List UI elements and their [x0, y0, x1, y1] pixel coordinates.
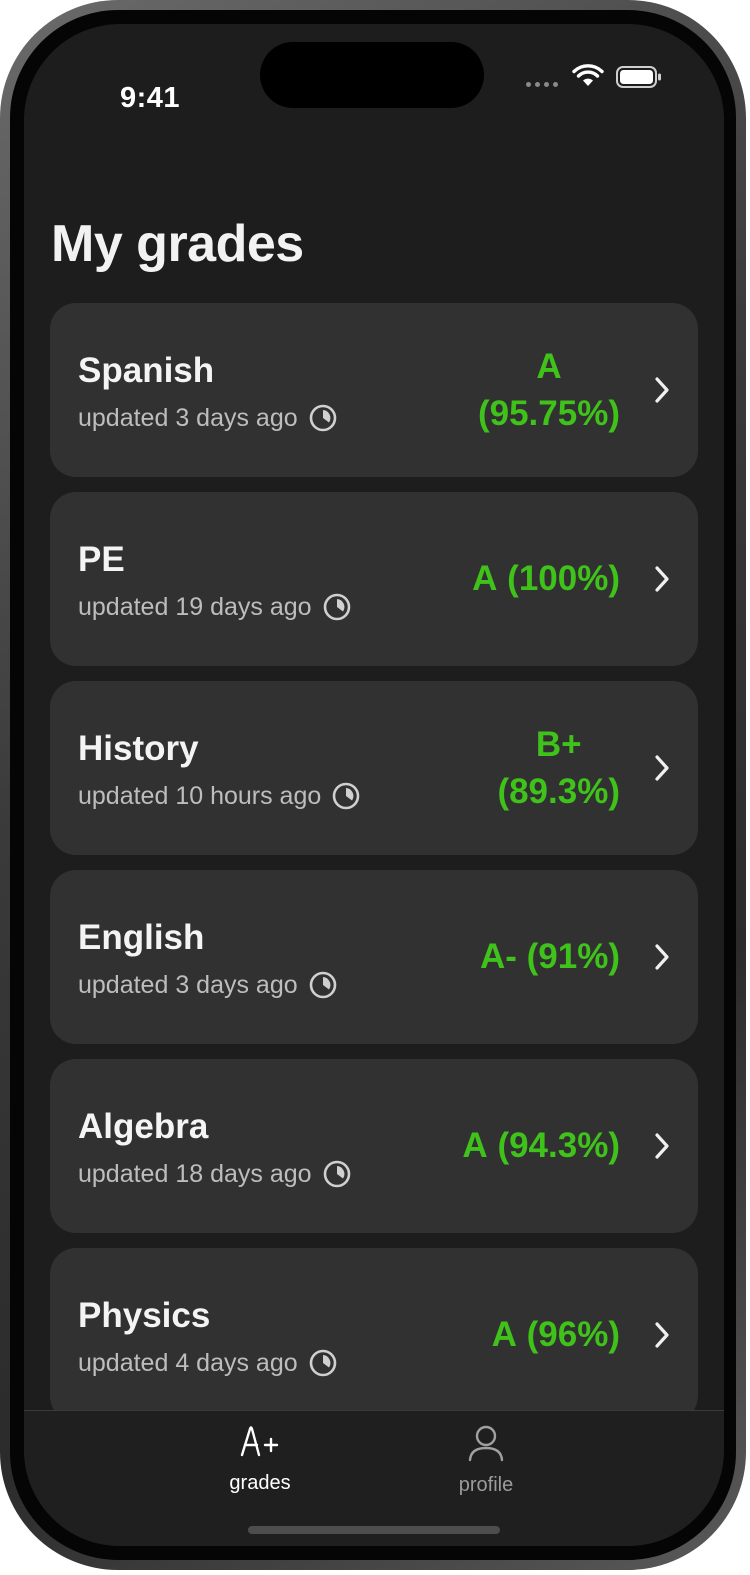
battery-icon: [616, 66, 661, 88]
chevron-right-icon: [655, 1133, 669, 1159]
updated-info: updated 10 hours ago: [78, 781, 361, 811]
wifi-icon: [572, 64, 604, 86]
grade-letter: B+: [535, 724, 582, 764]
grade-letter: A: [462, 1126, 488, 1166]
updated-text: updated 10 hours ago: [78, 781, 322, 810]
updated-info: updated 4 days ago: [78, 1348, 338, 1378]
grade-card-history[interactable]: History updated 10 hours ago B+ (89.3%): [50, 681, 698, 855]
clock-icon: [332, 782, 360, 810]
grade-card-english[interactable]: English updated 3 days ago A- (91%): [50, 870, 698, 1044]
updated-info: updated 3 days ago: [78, 403, 338, 433]
grades-icon: [240, 1426, 279, 1457]
grade-card-physics[interactable]: Physics updated 4 days ago A (96%): [50, 1248, 698, 1422]
grade-card-algebra[interactable]: Algebra updated 18 days ago A (94.3%): [50, 1059, 698, 1233]
chevron-right-icon: [655, 566, 669, 592]
grade-percent: (100%): [507, 559, 620, 599]
grade-value: A- (91%): [400, 870, 620, 1044]
grade-card-pe[interactable]: PE updated 19 days ago A (100%): [50, 492, 698, 666]
tab-profile[interactable]: profile: [426, 1423, 546, 1497]
home-indicator[interactable]: [248, 1526, 500, 1534]
updated-info: updated 18 days ago: [78, 1159, 352, 1189]
subject-name: Spanish: [78, 351, 215, 390]
clock-icon: [323, 1160, 350, 1188]
grade-value: A (100%): [400, 492, 620, 666]
grades-list: Spanish updated 3 days ago A (95.75%) PE…: [50, 303, 698, 1437]
tab-label-profile: profile: [458, 1474, 514, 1496]
updated-text: updated 18 days ago: [78, 1159, 312, 1188]
grade-percent: (89.3%): [497, 772, 620, 811]
grade-percent: (94.3%): [497, 1126, 620, 1166]
grade-letter: A: [472, 559, 498, 599]
grade-value: A (96%): [400, 1248, 620, 1422]
chevron-right-icon: [655, 755, 669, 781]
grade-value: A (95.75%): [400, 303, 620, 477]
subject-name: PE: [78, 540, 125, 579]
grade-percent: (91%): [526, 937, 620, 977]
clock-icon: [309, 404, 336, 432]
screen: 9:41 My grades Spanish updated 3 days ag…: [24, 24, 724, 1546]
updated-info: updated 19 days ago: [78, 592, 352, 622]
grade-letter: A: [536, 346, 562, 386]
dynamic-island: [260, 42, 484, 108]
person-icon: [468, 1425, 504, 1462]
tab-grades[interactable]: grades: [200, 1423, 320, 1495]
grade-letter: A: [491, 1315, 517, 1355]
clock-icon: [309, 971, 336, 999]
status-time: 9:41: [120, 82, 181, 114]
subject-name: History: [78, 729, 199, 768]
chevron-right-icon: [655, 377, 669, 403]
chevron-right-icon: [655, 1322, 669, 1348]
updated-info: updated 3 days ago: [78, 970, 338, 1000]
cellular-signal-icon: [526, 82, 558, 87]
clock-icon: [323, 593, 350, 621]
clock-icon: [309, 1349, 336, 1377]
updated-text: updated 3 days ago: [78, 403, 298, 432]
grade-percent: (95.75%): [477, 394, 620, 433]
subject-name: Physics: [78, 1296, 211, 1335]
grade-percent: (96%): [526, 1315, 620, 1355]
updated-text: updated 19 days ago: [78, 592, 312, 621]
subject-name: Algebra: [78, 1107, 209, 1146]
updated-text: updated 3 days ago: [78, 970, 298, 999]
grade-value: A (94.3%): [400, 1059, 620, 1233]
tab-label-grades: grades: [229, 1472, 291, 1494]
subject-name: English: [78, 918, 205, 957]
page-title: My grades: [51, 215, 304, 273]
chevron-right-icon: [655, 944, 669, 970]
grade-card-spanish[interactable]: Spanish updated 3 days ago A (95.75%): [50, 303, 698, 477]
grade-value: B+ (89.3%): [400, 681, 620, 855]
grade-letter: A-: [479, 937, 517, 977]
updated-text: updated 4 days ago: [78, 1348, 298, 1377]
